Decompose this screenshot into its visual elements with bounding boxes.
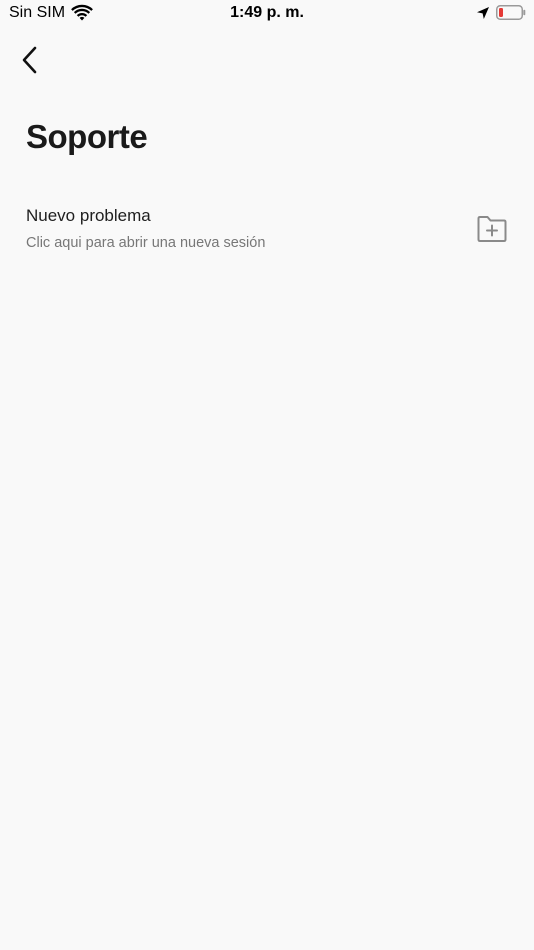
location-arrow-icon: [476, 6, 490, 20]
status-bar: Sin SIM 1:49 p. m.: [0, 0, 534, 28]
new-problem-item[interactable]: Nuevo problema Clic aqui para abrir una …: [0, 196, 534, 266]
chevron-left-icon: [21, 46, 39, 79]
status-time: 1:49 p. m.: [230, 4, 304, 21]
new-problem-title: Nuevo problema: [26, 206, 151, 225]
folder-plus-icon[interactable]: [476, 214, 508, 244]
back-button[interactable]: [14, 44, 46, 80]
new-problem-subtitle: Clic aqui para abrir una nueva sesión: [26, 235, 266, 251]
battery-low-icon: [496, 5, 526, 20]
status-indicators: [476, 5, 526, 20]
page-title: Soporte: [26, 118, 148, 155]
